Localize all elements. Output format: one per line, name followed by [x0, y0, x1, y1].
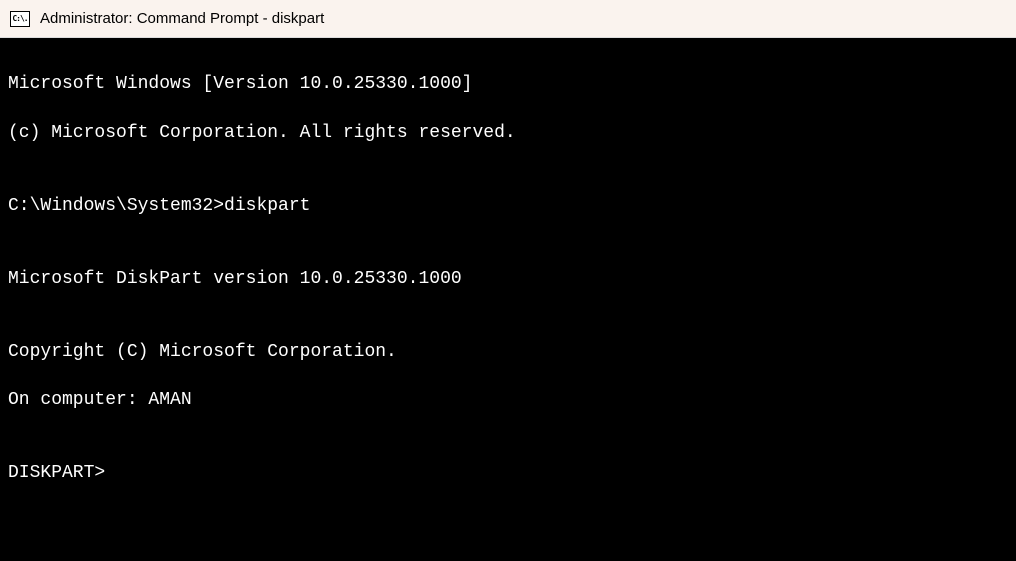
cmd-icon: C:\. — [10, 11, 30, 27]
terminal-output[interactable]: Microsoft Windows [Version 10.0.25330.10… — [0, 38, 1016, 561]
terminal-line: Microsoft Windows [Version 10.0.25330.10… — [8, 72, 1008, 96]
terminal-line: (c) Microsoft Corporation. All rights re… — [8, 121, 1008, 145]
cmd-icon-text: C:\. — [12, 14, 27, 23]
terminal-prompt: DISKPART> — [8, 461, 1008, 485]
terminal-line: Microsoft DiskPart version 10.0.25330.10… — [8, 267, 1008, 291]
titlebar[interactable]: C:\. Administrator: Command Prompt - dis… — [0, 0, 1016, 38]
terminal-line: Copyright (C) Microsoft Corporation. — [8, 340, 1008, 364]
window-title: Administrator: Command Prompt - diskpart — [40, 10, 324, 27]
terminal-prompt-line: C:\Windows\System32>diskpart — [8, 194, 1008, 218]
terminal-line: On computer: AMAN — [8, 388, 1008, 412]
